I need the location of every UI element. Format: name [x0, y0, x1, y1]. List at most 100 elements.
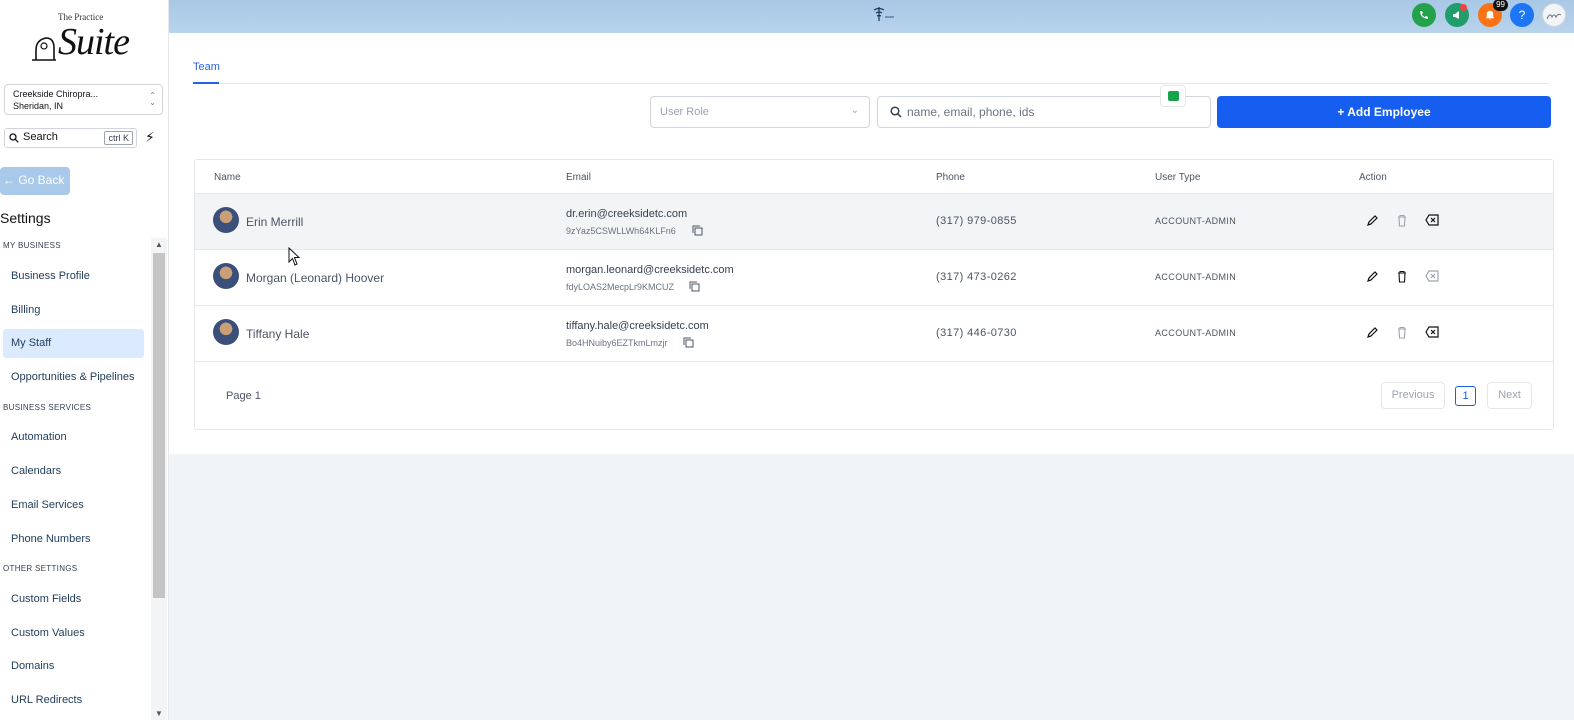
scroll-up-icon[interactable]: ▲: [155, 240, 163, 249]
trash-icon[interactable]: [1396, 326, 1408, 339]
megaphone-icon[interactable]: [1445, 3, 1469, 27]
edit-icon[interactable]: [1366, 270, 1379, 283]
top-bar: 99 ?: [169, 0, 1574, 33]
staff-name: Erin Merrill: [246, 215, 304, 229]
section-label-other-settings: OTHER SETTINGS: [3, 564, 78, 573]
go-back-button[interactable]: ← Go Back: [0, 167, 70, 195]
sidebar-item-business-profile[interactable]: Business Profile: [3, 262, 144, 291]
copy-icon[interactable]: [692, 225, 703, 236]
phone-icon[interactable]: [1412, 3, 1436, 27]
location-switcher[interactable]: Creekside Chiropra... Sheridan, IN ⌃ ⌄: [4, 84, 163, 115]
settings-title: Settings: [0, 210, 51, 226]
staff-name: Tiffany Hale: [246, 327, 310, 341]
search-label: Search: [23, 131, 58, 143]
search-icon: [890, 106, 902, 118]
page-indicator: Page 1: [226, 390, 261, 402]
brand-main-text: Suite: [58, 21, 130, 63]
brand-logo[interactable]: The Practice Suite: [24, 10, 142, 70]
staff-phone: (317) 979-0855: [936, 215, 1017, 227]
staff-email: dr.erin@creeksidetc.com: [566, 208, 688, 220]
column-header-name[interactable]: Name: [214, 172, 241, 183]
chevron-down-icon: ⌄: [850, 105, 859, 116]
id-card-icon[interactable]: [1160, 85, 1186, 107]
edit-icon[interactable]: [1366, 214, 1379, 227]
table-row[interactable]: Morgan (Leonard) Hoover morgan.leonard@c…: [195, 250, 1553, 306]
table-row[interactable]: Tiffany Hale tiffany.hale@creeksidetc.co…: [195, 306, 1553, 362]
copy-icon[interactable]: [689, 281, 700, 292]
sidebar-item-my-staff[interactable]: My Staff: [3, 329, 144, 358]
staff-phone: (317) 446-0730: [936, 327, 1017, 339]
main-content: Team User Role ⌄ name, email, phone, ids…: [169, 33, 1574, 454]
bell-icon[interactable]: 99: [1478, 0, 1508, 27]
plus-icon: +: [1337, 105, 1345, 119]
staff-email: tiffany.hale@creeksidetc.com: [566, 320, 709, 332]
next-button[interactable]: Next: [1487, 382, 1532, 409]
sidebar: The Practice Suite Creekside Chiropra...…: [0, 0, 169, 720]
remove-icon[interactable]: [1425, 270, 1439, 282]
location-city: Sheridan, IN: [13, 101, 64, 111]
section-label-business-services: BUSINESS SERVICES: [3, 403, 92, 412]
mouse-cursor-icon: [288, 247, 301, 266]
column-header-user-type[interactable]: User Type: [1155, 172, 1200, 183]
sidebar-item-url-redirects[interactable]: URL Redirects: [3, 686, 144, 715]
caduceus-logo-icon: [873, 7, 894, 21]
sidebar-scrollbar[interactable]: ▲ ▼: [151, 238, 167, 720]
staff-phone: (317) 473-0262: [936, 271, 1017, 283]
column-header-email[interactable]: Email: [566, 172, 591, 183]
staff-email: morgan.leonard@creeksidetc.com: [566, 264, 734, 276]
location-name: Creekside Chiropra...: [13, 89, 99, 99]
staff-table: Name Email Phone User Type Action Erin M…: [194, 159, 1554, 430]
column-header-action: Action: [1359, 172, 1387, 183]
add-employee-label: Add Employee: [1347, 105, 1431, 119]
scrollbar-thumb[interactable]: [153, 253, 165, 598]
tab-active-indicator: [193, 82, 219, 84]
search-shortcut: ctrl K: [104, 131, 133, 145]
search-placeholder: name, email, phone, ids: [907, 105, 1035, 119]
sidebar-item-calendars[interactable]: Calendars: [3, 457, 144, 486]
trash-icon[interactable]: [1396, 214, 1408, 227]
sidebar-item-email-services[interactable]: Email Services: [3, 491, 144, 520]
sidebar-item-phone-numbers[interactable]: Phone Numbers: [3, 525, 144, 554]
remove-icon[interactable]: [1425, 214, 1439, 226]
table-header: Name Email Phone User Type Action: [195, 160, 1553, 194]
sidebar-item-automation[interactable]: Automation: [3, 423, 144, 452]
tab-divider: [193, 83, 1550, 84]
tab-team[interactable]: Team: [193, 61, 220, 73]
help-icon[interactable]: ?: [1510, 3, 1534, 27]
staff-id: fdyLOAS2MecpLr9KMCUZ: [566, 282, 675, 292]
scroll-down-icon[interactable]: ▼: [155, 709, 163, 718]
avatar: [213, 319, 239, 345]
notification-dot: [1460, 4, 1467, 11]
avatar[interactable]: [1542, 3, 1566, 27]
sidebar-item-billing[interactable]: Billing: [3, 296, 144, 325]
sidebar-item-domains[interactable]: Domains: [3, 652, 144, 681]
sidebar-item-custom-values[interactable]: Custom Values: [3, 619, 144, 648]
table-row[interactable]: Erin Merrill dr.erin@creeksidetc.com 9zY…: [195, 194, 1553, 250]
lightning-icon[interactable]: ⚡︎: [145, 129, 155, 146]
staff-id: 9zYaz5CSWLLWh64KLFn6: [566, 226, 676, 236]
avatar: [213, 263, 239, 289]
staff-name: Morgan (Leonard) Hoover: [246, 271, 385, 285]
section-label-my-business: MY BUSINESS: [3, 241, 61, 250]
edit-icon[interactable]: [1366, 326, 1379, 339]
notification-count: 99: [1493, 0, 1508, 11]
previous-button[interactable]: Previous: [1381, 382, 1445, 409]
user-role-select[interactable]: User Role ⌄: [650, 96, 870, 128]
add-employee-button[interactable]: + Add Employee: [1217, 96, 1551, 128]
copy-icon[interactable]: [683, 337, 694, 348]
column-header-phone[interactable]: Phone: [936, 172, 965, 183]
staff-user-type: ACCOUNT-ADMIN: [1155, 272, 1237, 282]
staff-user-type: ACCOUNT-ADMIN: [1155, 328, 1237, 338]
staff-id: Bo4HNuiby6EZTkmLmzjr: [566, 338, 668, 348]
user-role-placeholder: User Role: [660, 106, 709, 118]
chevron-updown-icon: ⌃ ⌄: [149, 91, 156, 107]
sidebar-item-custom-fields[interactable]: Custom Fields: [3, 585, 144, 614]
sidebar-search[interactable]: Search ctrl K: [4, 128, 137, 148]
sidebar-item-opportunities[interactable]: Opportunities & Pipelines: [3, 363, 144, 392]
remove-icon[interactable]: [1425, 326, 1439, 338]
avatar: [213, 207, 239, 233]
staff-user-type: ACCOUNT-ADMIN: [1155, 216, 1237, 226]
trash-icon[interactable]: [1396, 270, 1408, 283]
search-icon: [9, 133, 19, 143]
page-number-button[interactable]: 1: [1455, 386, 1476, 406]
